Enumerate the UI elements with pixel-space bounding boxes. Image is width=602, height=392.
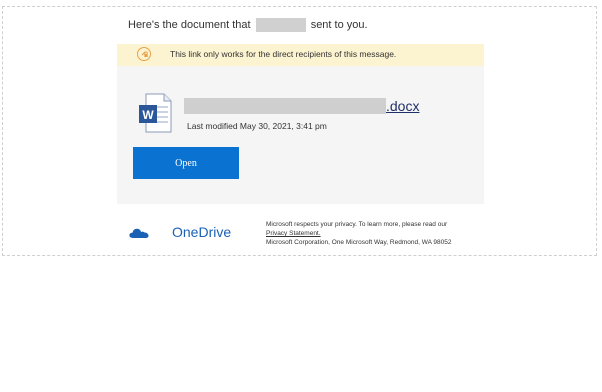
intro-text: Here's the document that sent to you. — [128, 18, 368, 32]
file-extension[interactable]: .docx — [386, 98, 419, 114]
privacy-statement-link[interactable]: Privacy Statement. — [266, 230, 321, 237]
footer-legal: Microsoft respects your privacy. To lear… — [266, 220, 451, 247]
recipient-warning-banner: This link only works for the direct reci… — [117, 44, 484, 66]
privacy-line: Microsoft respects your privacy. To lear… — [266, 221, 448, 228]
redacted-file-name — [184, 98, 386, 114]
banner-text: This link only works for the direct reci… — [170, 49, 397, 59]
redacted-sender — [255, 18, 306, 32]
onedrive-cloud-icon — [129, 226, 149, 240]
open-button[interactable]: Open — [133, 147, 239, 179]
document-card — [117, 66, 484, 204]
file-name-link[interactable]: .docx — [184, 96, 419, 114]
intro-after: sent to you. — [310, 18, 368, 31]
company-address: Microsoft Corporation, One Microsoft Way… — [266, 239, 452, 246]
intro-before: Here's the document that — [128, 18, 251, 31]
last-modified-text: Last modified May 30, 2021, 3:41 pm — [187, 121, 327, 131]
word-document-icon: W — [138, 93, 172, 133]
link-lock-icon — [137, 47, 151, 61]
svg-text:W: W — [142, 108, 154, 122]
onedrive-brand: OneDrive — [172, 224, 232, 240]
